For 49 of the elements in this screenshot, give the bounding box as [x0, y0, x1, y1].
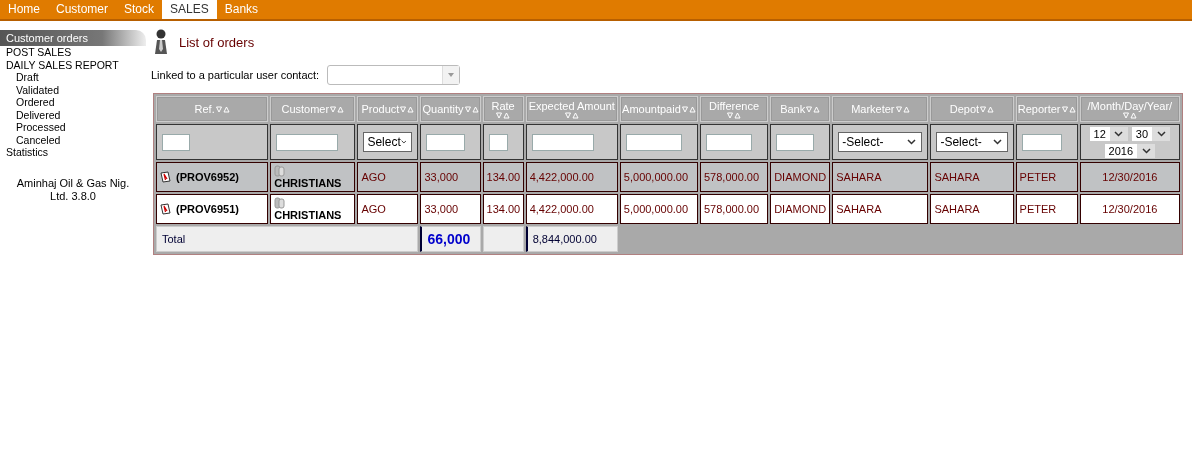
sidebar-item[interactable]: DAILY SALES REPORT	[0, 58, 146, 71]
table-cell: PETER	[1019, 171, 1057, 183]
table-cell: DIAMOND	[774, 171, 827, 183]
sidebar-title: Customer orders	[0, 30, 146, 46]
customer-name: CHRISTIANS	[274, 177, 343, 189]
table-cell: 12/30/2016	[1102, 171, 1158, 183]
table-cell: 12/30/2016	[1102, 203, 1158, 215]
table-cell: AGO	[361, 203, 386, 215]
total-quantity: 66,000	[427, 231, 471, 247]
sidebar-subitem[interactable]: Draft	[0, 71, 146, 84]
sidebar-subitem[interactable]: Validated	[0, 83, 146, 96]
table-cell: SAHARA	[836, 171, 882, 183]
table-cell: SAHARA	[836, 203, 882, 215]
table-cell: AGO	[361, 171, 386, 183]
table-cell: 4,422,000.00	[529, 203, 594, 215]
table-cell: 578,000.00	[704, 203, 760, 215]
version-text: Aminhaj Oil & Gas Nig. Ltd. 3.8.0	[15, 176, 131, 203]
table-cell: 5,000,000.00	[623, 171, 689, 183]
table-cell: 578,000.00	[704, 171, 760, 183]
sidebar-subitem[interactable]: Processed	[0, 121, 146, 134]
sidebar-subitem[interactable]: Canceled	[0, 133, 146, 146]
table-cell: 5,000,000.00	[623, 203, 689, 215]
table-cell: 33,000	[424, 203, 459, 215]
table-cell: PETER	[1019, 203, 1057, 215]
table-row[interactable]: (PROV6952) CHRISTIANS AGO 33,000 134.00 4,422,000.00 5,000,000.00 578,000.00 DIAMOND SAHARA SAHARA PETER 12/30/2016	[156, 162, 1180, 192]
nav-tab[interactable]: SALES	[162, 0, 217, 19]
table-cell: SAHARA	[934, 203, 980, 215]
filter-dropdown[interactable]: Select	[363, 132, 413, 152]
total-amount: 8,844,000.00	[532, 233, 597, 245]
sidebar-item[interactable]: Statistics	[0, 146, 146, 159]
table-cell: 33,000	[424, 171, 459, 183]
table-row[interactable]: (PROV6951) CHRISTIANS AGO 33,000 134.00 4,422,000.00 5,000,000.00 578,000.00 DIAMOND SAHARA SAHARA PETER 12/30/2016	[156, 194, 1180, 224]
filter-label: Linked to a particular user contact:	[151, 69, 320, 81]
table-cell: 4,422,000.00	[529, 171, 594, 183]
sidebar-subitem[interactable]: Ordered	[0, 96, 146, 109]
sidebar-item[interactable]: POST SALES	[0, 46, 146, 59]
date-dropdown[interactable]: 12	[1089, 126, 1128, 141]
table-cell: 134.00	[486, 171, 521, 183]
customer-name: CHRISTIANS	[274, 209, 343, 221]
sidebar-subitem[interactable]: Delivered	[0, 108, 146, 121]
filter-dropdown[interactable]: -Select-	[936, 132, 1008, 152]
date-dropdown[interactable]: 30	[1131, 126, 1171, 141]
table-cell: DIAMOND	[774, 203, 827, 215]
table-cell: SAHARA	[934, 171, 980, 183]
total-label: Total	[162, 233, 186, 245]
filter-dropdown[interactable]: -Select-	[838, 132, 923, 152]
date-dropdown[interactable]: 2016	[1104, 143, 1156, 158]
table-cell: 134.00	[486, 203, 521, 215]
page-title: List of orders	[179, 34, 255, 50]
